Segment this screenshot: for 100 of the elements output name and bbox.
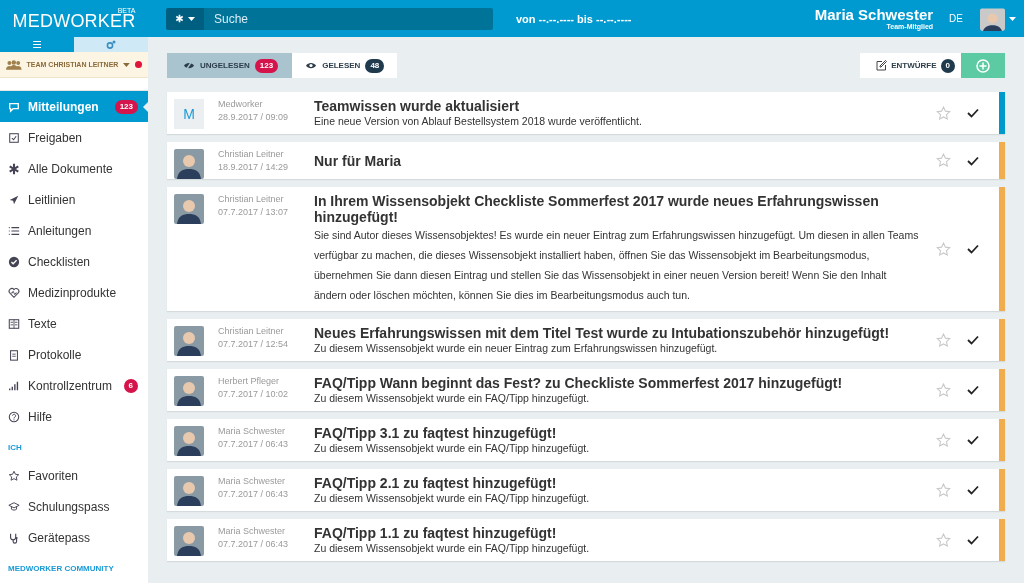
message-text: Zu diesem Wissensobjekt wurde ein FAQ/Tipp hinzugefügt. — [314, 441, 591, 455]
check-icon[interactable] — [967, 244, 979, 254]
star-icon[interactable] — [936, 482, 951, 498]
check-icon[interactable] — [967, 435, 979, 445]
avatar-icon — [174, 526, 204, 556]
caret-icon — [1009, 16, 1016, 21]
check-circle-icon — [8, 255, 20, 268]
drafts-button[interactable]: ENTWÜRFE 0 — [860, 53, 961, 78]
book-icon — [8, 317, 20, 330]
caret-icon — [188, 16, 195, 21]
avatar-icon — [174, 476, 204, 506]
message-title[interactable]: FAQ/Tipp 1.1 zu faqtest hinzugefügt! — [314, 525, 920, 541]
message-title[interactable]: FAQ/Tipp 3.1 zu faqtest hinzugefügt! — [314, 425, 920, 441]
sender-name: Maria Schwester — [218, 475, 287, 488]
check-icon[interactable] — [967, 385, 979, 395]
message-text: Zu diesem Wissensobjekt wurde ein FAQ/Tipp hinzugefügt. — [314, 391, 591, 405]
search-field[interactable]: Suche — [204, 7, 493, 30]
sidebar-item[interactable]: Texte — [0, 308, 148, 339]
filter-tab[interactable]: UNGELESEN 123 — [167, 53, 293, 78]
star-icon[interactable] — [936, 153, 951, 168]
sidebar-item[interactable]: Schulungspass — [0, 491, 148, 522]
sidebar-item[interactable]: Mitteilungen 123 — [0, 91, 148, 122]
section-heading: ICH — [7, 441, 23, 454]
check-icon[interactable] — [967, 155, 979, 166]
message-text: Eine neue Version von Ablauf Bestellsystem 2018 wurde veröffentlicht. — [314, 114, 643, 128]
sidebar-item[interactable]: Leitlinien — [0, 184, 148, 215]
check-icon[interactable] — [967, 485, 979, 495]
sidebar-label: Schulungspass — [28, 499, 110, 514]
arrow-icon — [8, 193, 20, 206]
sidebar-label: Hilfe — [28, 409, 52, 424]
sidebar-item[interactable]: Gerätepass — [0, 522, 148, 553]
sidebar-item[interactable]: Medizinprodukte — [0, 277, 148, 308]
view-tab[interactable] — [74, 37, 148, 52]
plus-circle-icon — [976, 58, 990, 73]
message-text: Zu diesem Wissensobjekt wurde ein FAQ/Tipp hinzugefügt. — [314, 541, 591, 555]
speech-bubble-icon — [8, 100, 20, 113]
avatar-icon — [174, 326, 204, 356]
star-icon[interactable] — [936, 105, 951, 121]
sidebar-item[interactable]: Freigaben — [0, 122, 148, 153]
sidebar-item[interactable]: Alle Dokumente — [0, 153, 148, 184]
count-badge: 48 — [365, 58, 385, 73]
message-date: 07.7.2017 / 06:43 — [218, 438, 290, 451]
star-icon — [8, 469, 20, 482]
bar-chart-icon — [8, 379, 20, 392]
message-text: Zu diesem Wissensobjekt wurde ein neuer Eintrag zum Erfahrungswissen hinzugefügt. — [314, 341, 719, 355]
star-icon[interactable] — [936, 432, 951, 448]
check-icon[interactable] — [967, 335, 979, 345]
filter-dropdown-button[interactable] — [166, 7, 204, 30]
message-date: 07.7.2017 / 13:07 — [218, 206, 290, 219]
eye-icon — [305, 61, 318, 70]
sidebar-label: Favoriten — [28, 468, 79, 483]
message-date: 07.7.2017 / 10:02 — [218, 388, 290, 401]
message-title[interactable]: Neues Erfahrungswissen mit dem Titel Test wurde zu Intubationszubehör hinzugefügt! — [314, 325, 920, 341]
message-date: 28.9.2017 / 09:09 — [218, 111, 290, 124]
message-title[interactable]: Teamwissen wurde aktualisiert — [314, 98, 920, 114]
sidebar-label: Alle Dokumente — [28, 161, 113, 176]
sidebar-item[interactable]: Protokolle — [0, 339, 148, 370]
message-title[interactable]: Nur für Maria — [314, 152, 402, 169]
sidebar-label: Texte — [28, 316, 57, 331]
sender-name: Maria Schwester — [218, 525, 287, 538]
add-button[interactable] — [961, 53, 1005, 78]
people-icon — [6, 59, 22, 70]
caret-icon — [123, 62, 131, 67]
edit-icon — [876, 60, 888, 71]
view-tab[interactable] — [0, 37, 74, 52]
avatar-icon — [174, 149, 204, 179]
sender-name: Maria Schwester — [218, 425, 287, 438]
eye-slash-icon — [183, 61, 195, 70]
check-icon[interactable] — [967, 108, 979, 118]
star-icon[interactable] — [936, 532, 951, 548]
sender-name: Herbert Pfleger — [218, 375, 281, 388]
star-icon[interactable] — [936, 382, 951, 398]
message-title[interactable]: FAQ/Tipp Wann beginnt das Fest? zu Checkliste Sommerfest 2017 hinzugefügt! — [314, 375, 920, 391]
message-title[interactable]: FAQ/Tipp 2.1 zu faqtest hinzugefügt! — [314, 475, 920, 491]
sidebar-item[interactable]: Hilfe — [0, 401, 148, 432]
sidebar-label: Protokolle — [28, 347, 82, 362]
star-icon[interactable] — [936, 241, 951, 257]
sidebar-label: Anleitungen — [28, 223, 92, 238]
sender-name: Christian Leitner — [218, 193, 285, 206]
count-badge: 123 — [114, 99, 138, 114]
message-title[interactable]: In Ihrem Wissensobjekt Checkliste Sommerfest 2017 wurde neues Erfahrungswissen hinzugefügt! — [314, 193, 920, 225]
star-icon[interactable] — [936, 332, 951, 348]
avatar-icon — [980, 6, 1005, 31]
help-icon — [8, 410, 20, 423]
sidebar-item[interactable]: Checklisten — [0, 246, 148, 277]
message-date: 07.7.2017 / 06:43 — [218, 538, 290, 551]
sidebar-label: Mitteilungen — [28, 99, 99, 114]
sidebar-item[interactable]: Anleitungen — [0, 215, 148, 246]
sidebar-item[interactable]: Favoriten — [0, 460, 148, 491]
asterisk-icon — [175, 14, 184, 23]
section-heading: MEDWORKER COMMUNITY — [7, 562, 115, 575]
check-icon[interactable] — [967, 535, 979, 545]
avatar-icon — [174, 426, 204, 456]
message-date: 07.7.2017 / 06:43 — [218, 488, 290, 501]
sidebar-item[interactable]: Kontrollzentrum 6 — [0, 370, 148, 401]
count-badge: 123 — [254, 58, 279, 73]
asterisk-icon — [8, 162, 20, 175]
sidebar-label: Kontrollzentrum — [28, 378, 113, 393]
sender-name: Christian Leitner — [218, 325, 285, 338]
list-icon — [8, 224, 20, 237]
